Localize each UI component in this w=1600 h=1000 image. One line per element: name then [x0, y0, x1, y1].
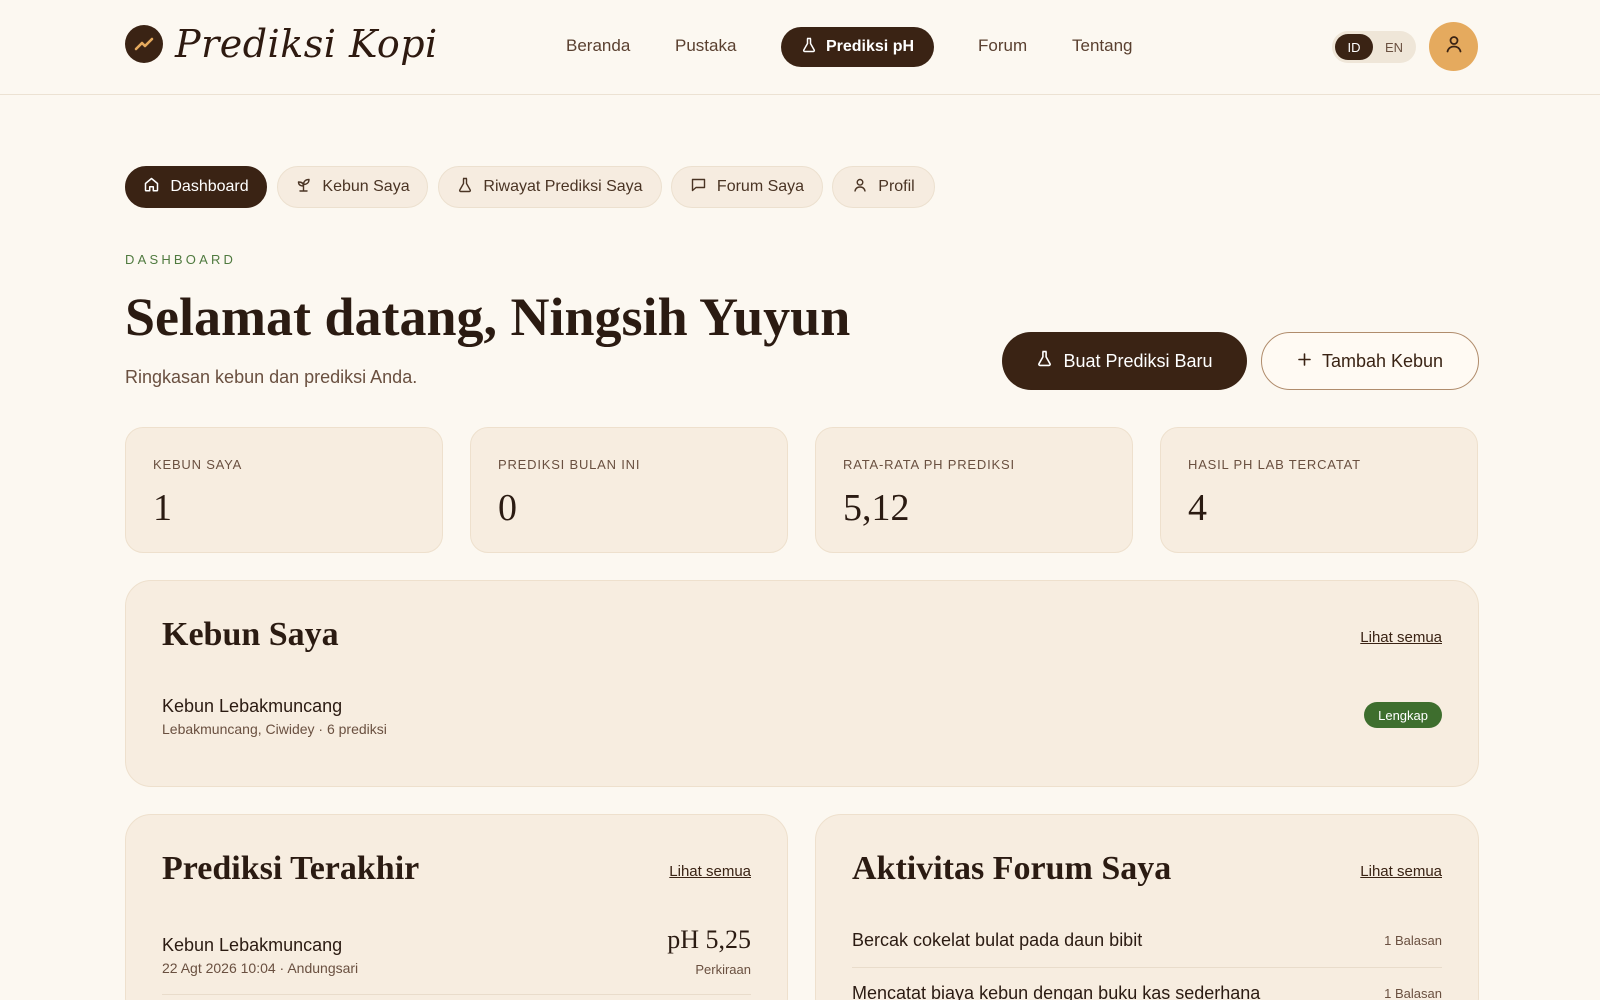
chat-icon — [690, 176, 707, 198]
tab-riwayat-prediksi-label: Riwayat Prediksi Saya — [483, 178, 643, 195]
flask-icon — [1036, 350, 1053, 372]
user-icon — [1444, 34, 1464, 59]
forum-activity-title: Aktivitas Forum Saya — [852, 850, 1172, 887]
stat-label: RATA-RATA PH PREDIKSI — [843, 457, 1015, 472]
new-prediction-button-label: Buat Prediksi Baru — [1063, 350, 1213, 371]
home-icon — [143, 176, 160, 198]
row-divider — [852, 967, 1442, 968]
status-badge: Lengkap — [1364, 702, 1442, 728]
forum-reply-count: 1 Balasan — [1384, 933, 1442, 948]
garden-meta: Lebakmuncang, Ciwidey · 6 prediksi — [162, 721, 387, 737]
forum-see-all-link[interactable]: Lihat semua — [1360, 863, 1442, 880]
recent-predictions-panel: Prediksi Terakhir Lihat semua Kebun Leba… — [125, 814, 788, 1000]
user-icon — [852, 177, 868, 198]
stat-card-hasil-ph-lab: HASIL PH LAB TERCATAT 4 — [1160, 427, 1478, 553]
flask-icon — [801, 37, 817, 58]
tab-profil-label: Profil — [878, 178, 915, 195]
stat-card-rata-rata-ph: RATA-RATA PH PREDIKSI 5,12 — [815, 427, 1133, 553]
prediction-meta: 22 Agt 2026 10:04 · Andungsari — [162, 960, 359, 976]
nav-link-pustaka[interactable]: Pustaka — [675, 36, 736, 56]
nav-link-tentang[interactable]: Tentang — [1072, 36, 1133, 56]
plus-icon — [1297, 351, 1312, 372]
recent-predictions-title: Prediksi Terakhir — [162, 850, 420, 887]
page-subtitle: Ringkasan kebun dan prediksi Anda. — [125, 367, 418, 387]
tab-profil[interactable]: Profil — [832, 166, 935, 208]
stat-value: 0 — [498, 487, 517, 529]
add-garden-button-label: Tambah Kebun — [1321, 350, 1444, 371]
stat-value: 5,12 — [843, 487, 910, 529]
prediction-ph-value: pH 5,25 — [667, 925, 751, 954]
garden-name: Kebun Lebakmuncang — [162, 696, 343, 716]
tab-riwayat-prediksi[interactable]: Riwayat Prediksi Saya — [438, 166, 662, 208]
tab-dashboard-label: Dashboard — [170, 178, 249, 195]
gardens-see-all-link[interactable]: Lihat semua — [1360, 629, 1442, 646]
tab-kebun-saya[interactable]: Kebun Saya — [277, 166, 428, 208]
nav-link-forum[interactable]: Forum — [978, 36, 1027, 56]
stat-card-prediksi-bulan-ini: PREDIKSI BULAN INI 0 — [470, 427, 788, 553]
language-toggle: ID EN — [1332, 31, 1416, 63]
tab-dashboard[interactable]: Dashboard — [125, 166, 267, 208]
nav-pill-label: Prediksi pH — [825, 38, 915, 55]
stat-label: HASIL PH LAB TERCATAT — [1188, 457, 1361, 472]
page-title: Selamat datang, Ningsih Yuyun — [125, 287, 851, 347]
page-eyebrow: DASHBOARD — [125, 252, 237, 267]
add-garden-button[interactable]: Tambah Kebun — [1261, 332, 1479, 390]
language-option-id[interactable]: ID — [1335, 34, 1373, 60]
language-option-en[interactable]: EN — [1375, 34, 1413, 60]
flask-icon — [457, 177, 473, 198]
gardens-panel-title: Kebun Saya — [162, 616, 339, 653]
stat-label: PREDIKSI BULAN INI — [498, 457, 641, 472]
sprout-icon — [295, 176, 312, 198]
tab-forum-saya[interactable]: Forum Saya — [671, 166, 823, 208]
forum-thread-title: Bercak cokelat bulat pada daun bibit — [852, 930, 1143, 950]
stat-label: KEBUN SAYA — [153, 457, 243, 472]
predictions-see-all-link[interactable]: Lihat semua — [669, 863, 751, 880]
forum-thread-title: Mencatat biaya kebun dengan buku kas sed… — [852, 983, 1261, 1000]
top-navigation-bar: Prediksi Kopi Beranda Pustaka Prediksi p… — [0, 0, 1600, 95]
tab-forum-saya-label: Forum Saya — [716, 178, 805, 195]
tab-kebun-saya-label: Kebun Saya — [322, 178, 410, 195]
stat-value: 4 — [1188, 487, 1207, 529]
stat-card-kebun: KEBUN SAYA 1 — [125, 427, 443, 553]
new-prediction-button[interactable]: Buat Prediksi Baru — [1002, 332, 1247, 390]
gardens-panel: Kebun Saya Lihat semua Kebun Lebakmuncan… — [125, 580, 1479, 787]
user-avatar-button[interactable] — [1429, 22, 1478, 71]
row-divider — [162, 994, 751, 995]
stat-value: 1 — [153, 487, 172, 529]
prediction-garden-name: Kebun Lebakmuncang — [162, 935, 343, 955]
nav-link-prediksi-ph[interactable]: Prediksi pH — [781, 27, 934, 67]
forum-reply-count: 1 Balasan — [1384, 986, 1442, 1000]
prediction-ph-note: Perkiraan — [695, 962, 751, 977]
nav-link-beranda[interactable]: Beranda — [566, 36, 630, 56]
forum-activity-panel: Aktivitas Forum Saya Lihat semua Bercak … — [815, 814, 1479, 1000]
